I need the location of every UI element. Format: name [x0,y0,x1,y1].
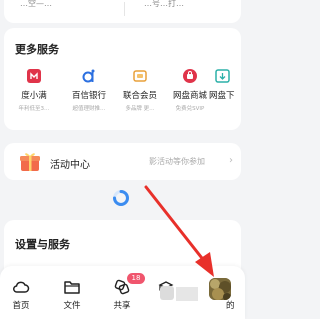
services-title: 更多服务 [15,43,59,56]
mall-bag-icon [183,69,197,83]
service-netdisk-download[interactable]: 网盘下 [209,68,241,101]
activity-hint: 影活动等你参加 [149,157,205,166]
service-duxiaoman[interactable]: 度小满 年利低至3… [4,68,64,112]
tab-label: 首页 [12,301,30,311]
tab-files[interactable]: 文件 [54,278,90,311]
membership-card-icon [133,70,147,82]
service-sub: 年利低至3… [18,106,50,112]
top-left-text: …空—… [20,0,52,8]
service-name: 网盘下 [209,91,235,101]
service-name: 度小满 [21,91,47,101]
tab-mine-label: 的 [226,301,235,311]
tab-home[interactable]: 首页 [3,278,39,311]
blurred-region [160,286,174,300]
share-badge: 18 [127,273,145,284]
aibank-icon [82,69,95,83]
download-icon [215,69,230,83]
duxiaoman-icon [27,69,41,83]
service-sub: 免费兑SVIP [175,106,205,112]
loading-spinner-icon [113,190,129,206]
activity-center-row[interactable]: 活动中心 影活动等你参加 › [4,143,241,180]
more-services-card: 更多服务 度小满 年利低至3… 百信银行 超值理财推… 联合会员 多品牌 更… [4,28,241,130]
cloud-icon [13,281,30,293]
tab-label: 共享 [113,301,131,311]
top-summary-card: …空—… …号…打… [4,0,241,23]
tab-label: 文件 [63,301,81,311]
activity-title: 活动中心 [50,160,90,171]
avatar-image [209,278,231,300]
blurred-region [176,287,198,301]
gift-icon [20,153,40,171]
folder-icon [64,281,80,294]
divider [124,2,125,16]
chevron-right-icon: › [229,155,233,166]
avatar[interactable] [209,278,231,300]
top-right-text: …号…打… [144,0,184,8]
settings-title: 设置与服务 [15,238,70,251]
